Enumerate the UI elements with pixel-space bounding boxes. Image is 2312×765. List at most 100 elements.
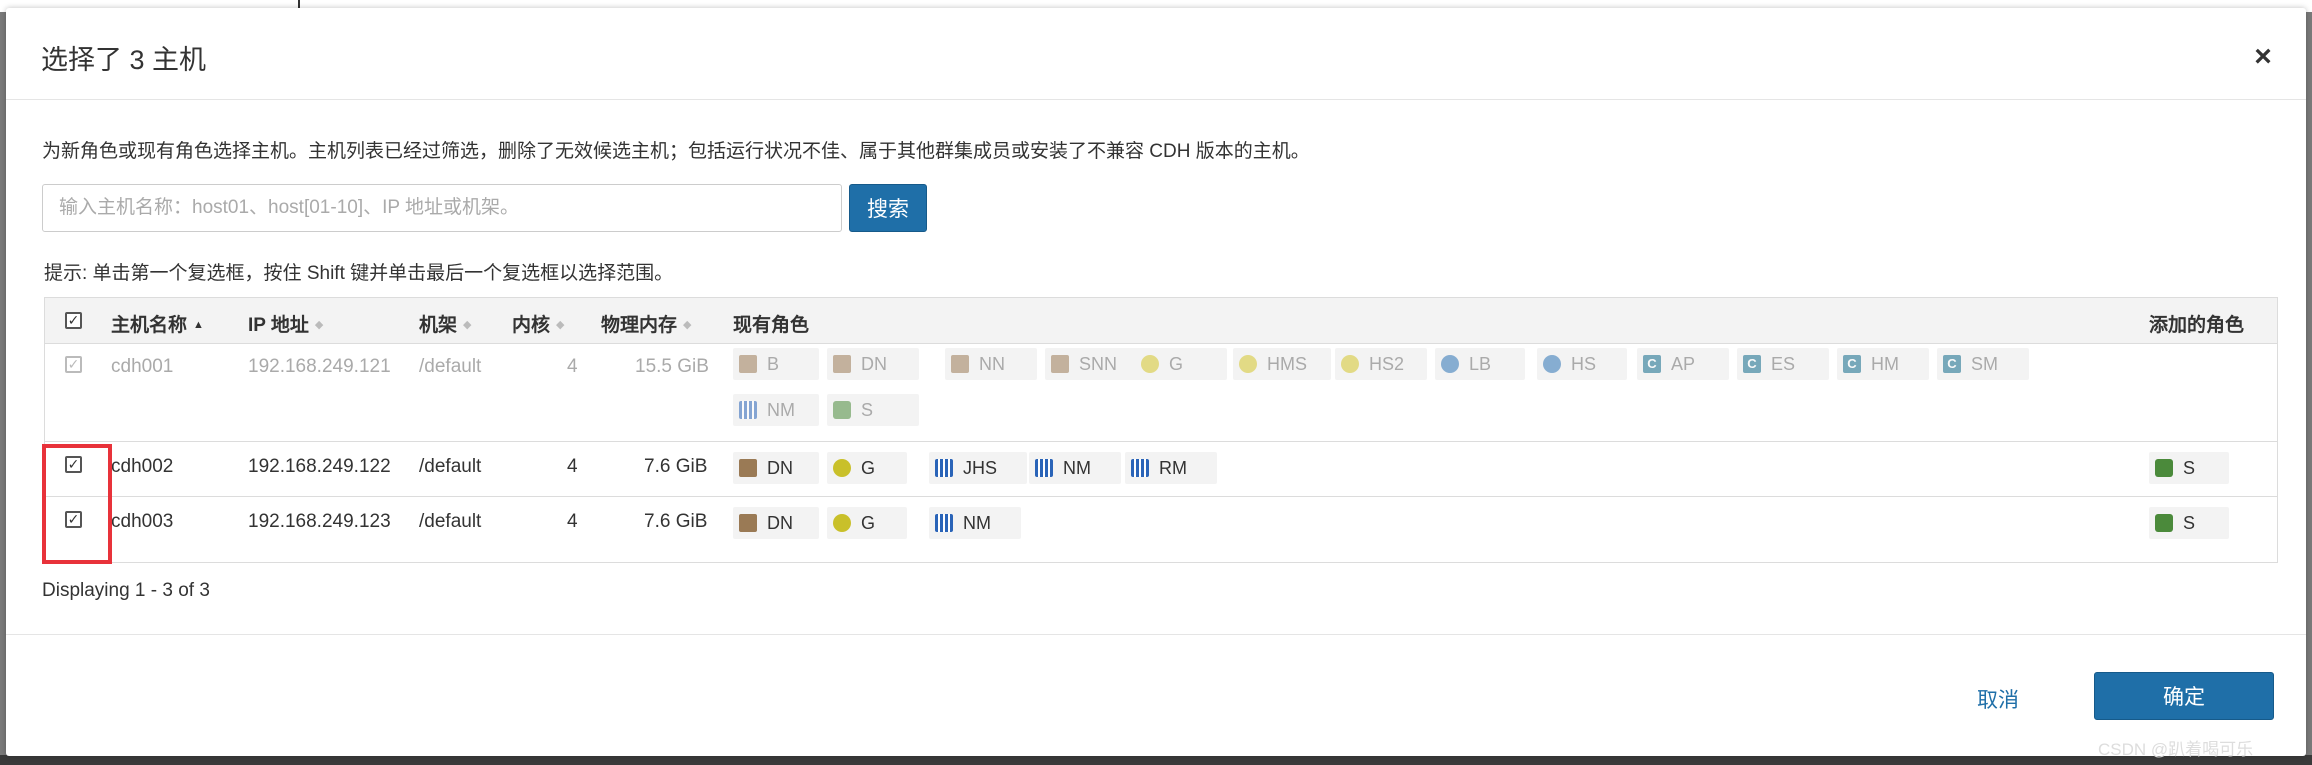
host-rack: /default bbox=[419, 511, 482, 532]
column-host-label: 主机名称 bbox=[111, 315, 188, 336]
spark-icon bbox=[2155, 459, 2173, 477]
sort-icon: ◆ bbox=[314, 319, 324, 332]
dialog-description: 为新角色或现有角色选择主机。主机列表已经过筛选，删除了无效候选主机；包括运行状况… bbox=[42, 141, 1310, 162]
cloudera-manager-icon: C bbox=[1743, 355, 1761, 373]
role-label: HS2 bbox=[1369, 354, 1405, 374]
role-badge: NM bbox=[929, 507, 1021, 539]
host-cores: 4 bbox=[567, 356, 578, 377]
role-badge: NM bbox=[733, 394, 819, 426]
role-label: LB bbox=[1469, 354, 1492, 374]
dialog-footer-divider bbox=[6, 634, 2306, 635]
cloudera-manager-icon: C bbox=[1943, 355, 1961, 373]
host-memory: 15.5 GiB bbox=[635, 356, 709, 377]
host-ip: 192.168.249.122 bbox=[248, 456, 391, 477]
role-label: NN bbox=[979, 354, 1005, 374]
background-bottom bbox=[0, 755, 2312, 765]
host-name: cdh002 bbox=[111, 456, 174, 477]
role-badge: DN bbox=[827, 348, 919, 380]
select-hosts-dialog: 选择了 3 主机 × 为新角色或现有角色选择主机。主机列表已经过筛选，删除了无效… bbox=[6, 8, 2306, 756]
host-search-input[interactable] bbox=[42, 184, 842, 232]
role-badge: B bbox=[733, 348, 819, 380]
column-rack-label: 机架 bbox=[419, 315, 458, 336]
host-rack: /default bbox=[419, 456, 482, 477]
host-rack: /default bbox=[419, 356, 482, 377]
yarn-icon bbox=[739, 401, 757, 419]
role-badge: HMS bbox=[1233, 348, 1331, 380]
role-badge: JHS bbox=[929, 452, 1027, 484]
role-badge: RM bbox=[1125, 452, 1217, 484]
role-badge: C ES bbox=[1737, 348, 1829, 380]
role-label: DN bbox=[767, 458, 793, 478]
yarn-icon bbox=[1131, 459, 1149, 477]
close-icon[interactable]: × bbox=[2248, 42, 2278, 72]
hue-icon bbox=[1543, 355, 1561, 373]
role-label: NM bbox=[963, 513, 991, 533]
role-label: SM bbox=[1971, 354, 1998, 374]
added-role-badge: S bbox=[2149, 507, 2229, 539]
column-memory[interactable]: 物理内存 ◆ bbox=[601, 310, 691, 337]
hive-icon bbox=[1239, 355, 1257, 373]
role-label: S bbox=[861, 400, 874, 420]
cloudera-manager-icon: C bbox=[1843, 355, 1861, 373]
role-badge: SNN bbox=[1045, 348, 1145, 380]
ok-button[interactable]: 确定 bbox=[2094, 672, 2274, 720]
added-role-badge: S bbox=[2149, 452, 2229, 484]
role-badge: HS bbox=[1537, 348, 1627, 380]
hdfs-icon bbox=[1051, 355, 1069, 373]
host-name: cdh001 bbox=[111, 356, 174, 377]
hdfs-icon bbox=[739, 459, 757, 477]
role-label: RM bbox=[1159, 458, 1187, 478]
hue-icon bbox=[1441, 355, 1459, 373]
role-label: DN bbox=[861, 354, 887, 374]
spark-icon bbox=[833, 401, 851, 419]
search-button[interactable]: 搜索 bbox=[849, 184, 927, 232]
role-label: G bbox=[1169, 354, 1184, 374]
column-roles: 现有角色 bbox=[733, 315, 810, 336]
role-label: S bbox=[2183, 458, 2196, 478]
column-ip-label: IP 地址 bbox=[248, 315, 309, 336]
role-badge: C SM bbox=[1937, 348, 2029, 380]
row-checkbox[interactable]: ✓ bbox=[65, 456, 82, 473]
column-rack[interactable]: 机架 ◆ bbox=[419, 310, 471, 337]
spark-icon bbox=[2155, 514, 2173, 532]
role-label: NM bbox=[767, 400, 795, 420]
dialog-title: 选择了 3 主机 bbox=[41, 45, 207, 75]
yarn-icon bbox=[1035, 459, 1053, 477]
row-checkbox[interactable]: ✓ bbox=[65, 511, 82, 528]
column-memory-label: 物理内存 bbox=[601, 315, 678, 336]
column-host[interactable]: 主机名称 ▲ bbox=[111, 310, 204, 337]
column-cores-label: 内核 bbox=[512, 315, 551, 336]
table-row[interactable]: ✓ cdh001 192.168.249.121 /default 4 15.5… bbox=[45, 344, 2277, 442]
cancel-button[interactable]: 取消 bbox=[1948, 678, 2048, 724]
table-row[interactable]: ✓ cdh002 192.168.249.122 /default 4 7.6 … bbox=[45, 442, 2277, 497]
role-badge: S bbox=[827, 394, 919, 426]
row-checkbox[interactable]: ✓ bbox=[65, 356, 82, 373]
role-label: G bbox=[861, 458, 876, 478]
hdfs-icon bbox=[951, 355, 969, 373]
host-name: cdh003 bbox=[111, 511, 174, 532]
sort-asc-icon: ▲ bbox=[193, 319, 204, 332]
watermark: CSDN @趴着喝可乐 bbox=[2098, 740, 2254, 759]
hive-gateway-icon bbox=[833, 514, 851, 532]
select-all-checkbox[interactable]: ✓ bbox=[65, 312, 82, 329]
column-cores[interactable]: 内核 ◆ bbox=[512, 310, 564, 337]
yarn-icon bbox=[935, 459, 953, 477]
host-ip: 192.168.249.121 bbox=[248, 356, 391, 377]
column-added-roles: 添加的角色 bbox=[2149, 315, 2245, 336]
yarn-icon bbox=[935, 514, 953, 532]
role-label: G bbox=[861, 513, 876, 533]
role-badge: HS2 bbox=[1335, 348, 1427, 380]
role-label: S bbox=[2183, 513, 2196, 533]
sort-icon: ◆ bbox=[463, 319, 472, 332]
dialog-header: 选择了 3 主机 × bbox=[6, 8, 2306, 100]
table-row[interactable]: ✓ cdh003 192.168.249.123 /default 4 7.6 … bbox=[45, 497, 2277, 552]
column-ip[interactable]: IP 地址 ◆ bbox=[248, 310, 323, 337]
hive-gateway-icon bbox=[833, 459, 851, 477]
host-memory: 7.6 GiB bbox=[644, 511, 708, 532]
hdfs-icon bbox=[739, 514, 757, 532]
role-label: HMS bbox=[1267, 354, 1307, 374]
role-badge: NN bbox=[945, 348, 1037, 380]
role-badge: C HM bbox=[1837, 348, 1929, 380]
sort-icon: ◆ bbox=[556, 319, 565, 332]
role-badge: G bbox=[827, 507, 907, 539]
